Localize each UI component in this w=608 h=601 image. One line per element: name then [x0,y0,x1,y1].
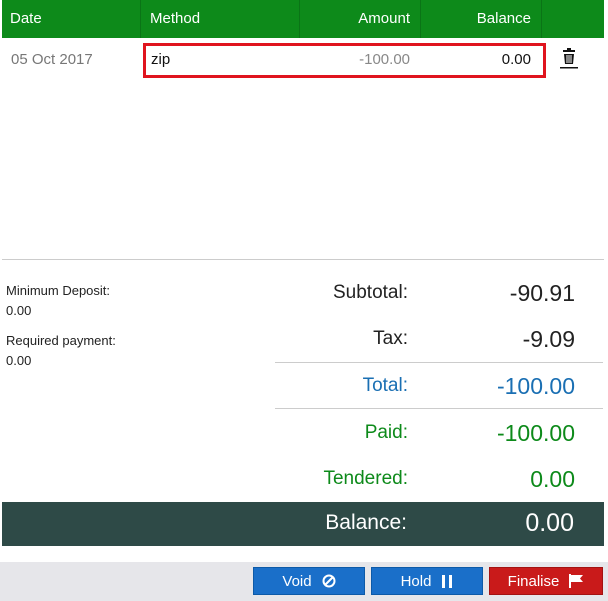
paid-label: Paid: [364,422,408,443]
void-button-label: Void [282,572,312,590]
trash-icon[interactable] [558,48,580,70]
balance-bar: Balance: 0.00 [2,502,604,546]
minimum-deposit-value: 0.00 [6,303,32,318]
balance-label: Balance: [325,511,407,534]
hold-button[interactable]: Hold [371,567,483,595]
method-column-header: Method [141,0,300,38]
total-value: -100.00 [496,373,575,399]
balance-column-header: Balance [421,0,542,38]
table-row: 05 Oct 2017 zip -100.00 0.00 [2,40,604,78]
pause-icon [441,574,453,588]
balance-value: 0.00 [525,509,574,537]
finalise-button[interactable]: Finalise [489,567,603,595]
payments-table-header: Date Method Amount Balance [2,0,604,38]
totals-divider [275,362,603,363]
finalise-button-label: Finalise [507,572,560,590]
required-payment-value: 0.00 [6,353,32,368]
delete-column-header [542,0,604,38]
total-label: Total: [362,375,408,396]
totals-divider [275,408,603,409]
payment-balance: 0.00 [501,51,531,68]
flag-icon [569,574,584,588]
cancel-icon [322,574,336,588]
payment-date: 05 Oct 2017 [11,50,93,68]
required-payment-label: Required payment: [6,333,116,348]
tendered-value: 0.00 [530,466,575,492]
hold-button-label: Hold [400,572,432,590]
subtotal-label: Subtotal: [333,282,408,303]
paid-value: -100.00 [496,420,575,446]
tendered-label: Tendered: [323,468,408,489]
amount-column-header: Amount [300,0,421,38]
tax-label: Tax: [373,328,408,349]
payment-amount: -100.00 [359,51,410,68]
action-footer: Void Hold Finalise [0,562,608,601]
minimum-deposit-label: Minimum Deposit: [6,283,111,298]
payment-method: zip [151,51,171,68]
tax-value: -9.09 [522,326,575,352]
void-button[interactable]: Void [253,567,365,595]
section-divider [2,259,604,260]
subtotal-value: -90.91 [509,280,575,306]
date-column-header: Date [2,0,141,38]
